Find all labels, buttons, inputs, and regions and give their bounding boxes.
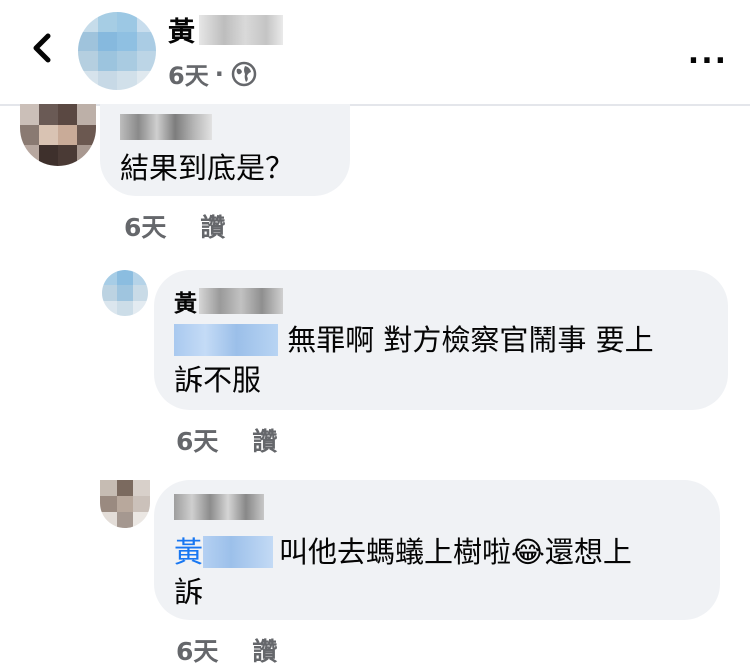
poster-name-text: 黃 — [168, 17, 195, 48]
censored-name-block — [199, 14, 283, 45]
comment-text-line: 無罪啊 對方檢察官鬧事 要上 — [287, 323, 654, 357]
meta-separator: · — [214, 59, 224, 88]
comment-meta: 6天 讚 — [124, 208, 225, 244]
mention-link[interactable]: 黃 — [174, 535, 203, 569]
comment-time[interactable]: 6天 — [124, 208, 166, 244]
comment-text-line: 訴 — [174, 575, 204, 609]
comment-time[interactable]: 6天 — [176, 422, 218, 458]
comment-text-line: 叫他去螞蟻上樹啦 — [279, 535, 512, 569]
commenter-avatar[interactable] — [100, 480, 150, 528]
post-header: 黃 6天 · ... — [0, 0, 750, 106]
poster-name[interactable]: 黃 — [168, 10, 283, 49]
like-button[interactable]: 讚 — [252, 422, 277, 458]
comment-bubble: 黃 叫他去螞蟻上樹啦😂還想上 訴 — [154, 480, 720, 620]
comment-text-line: 還想上 — [544, 535, 632, 569]
like-button[interactable]: 讚 — [200, 208, 225, 244]
poster-avatar[interactable] — [78, 12, 156, 90]
comment-bubble: 結果到底是？ — [100, 104, 350, 196]
comment-text-line: 訴不服 — [174, 363, 262, 397]
back-button[interactable] — [22, 28, 62, 68]
commenter-name[interactable] — [120, 114, 212, 140]
comment-time[interactable]: 6天 — [176, 632, 218, 668]
laughing-emoji-icon: 😂 — [511, 535, 545, 569]
comment-text: 結果到底是？ — [120, 151, 295, 185]
like-button[interactable]: 讚 — [252, 632, 277, 668]
censored-name-block — [199, 288, 283, 314]
censored-mention-block[interactable] — [174, 324, 278, 356]
commenter-name[interactable]: 黃 — [174, 284, 283, 318]
comment-text: 黃 叫他去螞蟻上樹啦😂還想上 訴 — [174, 532, 714, 612]
post-meta: 6天 · — [168, 56, 258, 91]
comment-text: 無罪啊 對方檢察官鬧事 要上 訴不服 — [174, 320, 714, 400]
censored-mention-block[interactable] — [203, 536, 274, 568]
globe-icon — [230, 60, 258, 88]
comment-meta: 6天 讚 — [176, 422, 277, 458]
commenter-avatar[interactable] — [102, 270, 148, 316]
censored-name-block — [120, 114, 212, 140]
commenter-avatar[interactable] — [20, 104, 96, 166]
commenter-name[interactable] — [174, 494, 264, 520]
comment-meta: 6天 讚 — [176, 632, 277, 668]
commenter-name-text: 黃 — [174, 291, 197, 317]
censored-name-block — [174, 494, 264, 520]
comment-bubble: 黃 無罪啊 對方檢察官鬧事 要上 訴不服 — [154, 270, 728, 410]
post-time[interactable]: 6天 — [168, 56, 209, 91]
chevron-left-icon — [33, 33, 51, 63]
more-options-button[interactable]: ... — [688, 36, 728, 71]
